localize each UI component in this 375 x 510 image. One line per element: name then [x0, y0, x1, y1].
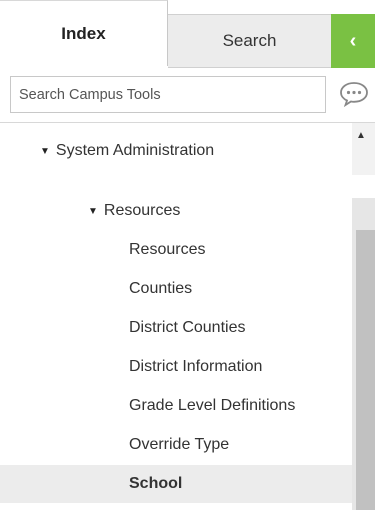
tree-item-label: Resources: [129, 241, 206, 258]
tree-folder-resources[interactable]: ▼ Resources: [0, 192, 352, 230]
scrollbar-thumb[interactable]: [356, 230, 375, 510]
tree-item-district-counties[interactable]: District Counties: [0, 309, 352, 347]
tree-item-label: Resources: [103, 202, 181, 219]
tree-item-override-type[interactable]: Override Type: [0, 426, 352, 464]
tree-item-district-information[interactable]: District Information: [0, 348, 352, 386]
tree-item-grade-level-definitions[interactable]: Grade Level Definitions: [0, 387, 352, 425]
search-campus-tools-input[interactable]: [10, 76, 326, 113]
tree-item-resources[interactable]: Resources: [0, 231, 352, 269]
tool-index-tree: ▼ System Administration ▼ Resources Reso…: [0, 123, 352, 510]
tab-index[interactable]: Index: [0, 0, 168, 66]
tree-item-label: Grade Level Definitions: [129, 397, 296, 414]
tree-folder-system-administration[interactable]: ▼ System Administration: [0, 132, 352, 170]
caret-down-icon: ▼: [88, 205, 98, 217]
tree-item-label: System Administration: [55, 142, 215, 159]
tree-item-counties[interactable]: Counties: [0, 270, 352, 308]
scroll-up-arrow-icon[interactable]: ▲: [356, 130, 366, 141]
tab-bar: Index Search ‹: [0, 0, 375, 68]
tree-item-school[interactable]: School: [0, 465, 352, 503]
tree-item-label: District Counties: [129, 319, 246, 336]
search-bar: [0, 68, 375, 122]
chevron-left-icon: ‹: [349, 29, 357, 52]
chat-bubble-icon[interactable]: [338, 80, 370, 108]
tree-item-label: Override Type: [129, 436, 230, 453]
collapse-panel-button[interactable]: ‹: [331, 14, 375, 68]
caret-down-icon: ▼: [40, 145, 50, 157]
tab-search[interactable]: Search: [168, 14, 331, 68]
tree-item-label: Counties: [129, 280, 193, 297]
tree-item-label: School: [129, 475, 183, 492]
tree-item-label: District Information: [129, 358, 263, 375]
